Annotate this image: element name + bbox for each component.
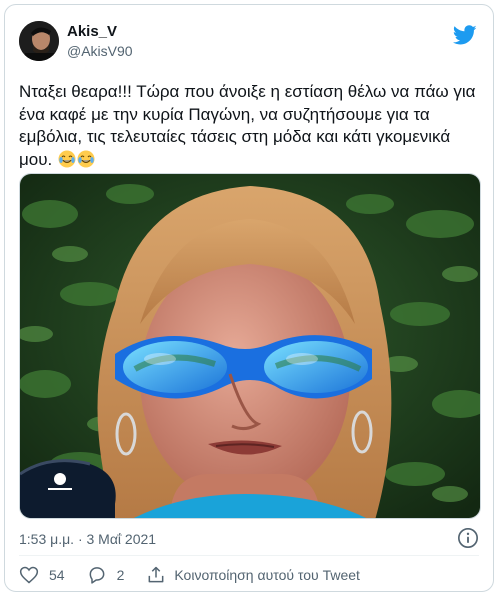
face-with-tears-of-joy-icon — [58, 150, 76, 167]
twitter-bird-icon[interactable] — [453, 23, 477, 47]
share-icon — [148, 566, 164, 583]
face-with-tears-of-joy-icon — [77, 150, 95, 167]
share-label: Κοινοποίηση αυτού του Tweet — [174, 567, 360, 583]
divider — [19, 555, 479, 556]
tweet-timestamp[interactable]: 1:53 μ.μ. · 3 Μαΐ 2021 — [19, 531, 156, 547]
like-button[interactable]: 54 — [19, 565, 65, 585]
heart-icon — [19, 566, 39, 584]
tweet-card: Akis_V @AkisV90 Νταξει θεαρα!!! Τώρα που… — [4, 4, 494, 592]
reply-count: 2 — [116, 567, 125, 583]
reply-button[interactable]: 2 — [87, 565, 125, 585]
like-count: 54 — [49, 567, 65, 583]
user-handle[interactable]: @AkisV90 — [67, 43, 133, 59]
tweet-actions: 54 2 Κοινοποίηση αυτού του Tweet — [19, 563, 360, 587]
tweet-text: Νταξει θεαρα!!! Τώρα που άνοιξε η εστίασ… — [19, 81, 481, 171]
share-button[interactable]: Κοινοποίηση αυτού του Tweet — [146, 565, 360, 585]
info-icon[interactable] — [457, 527, 479, 549]
tweet-media-image[interactable] — [19, 173, 481, 519]
user-avatar[interactable] — [19, 21, 59, 61]
avatar-photo — [19, 21, 59, 61]
media-photo — [20, 174, 480, 518]
user-display-name[interactable]: Akis_V — [67, 23, 117, 40]
reply-icon — [89, 567, 104, 584]
